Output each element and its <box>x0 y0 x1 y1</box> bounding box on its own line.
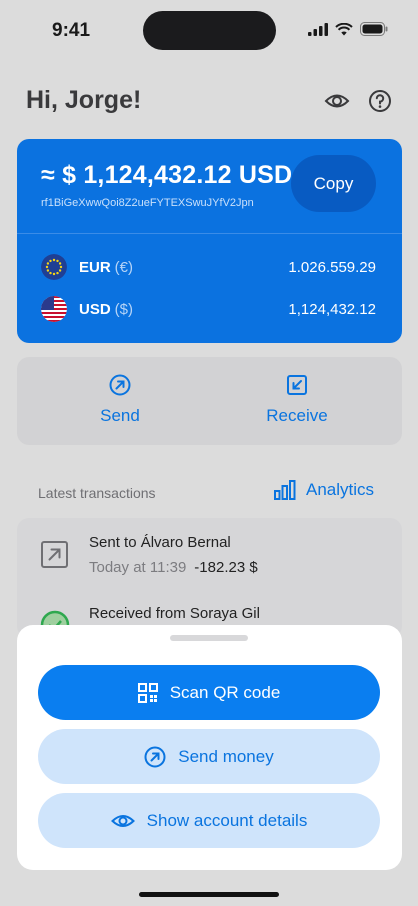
send-label: Send <box>100 406 140 425</box>
transaction-item[interactable]: Sent to Álvaro Bernal Today at 11:39 -18… <box>17 518 402 590</box>
help-icon[interactable] <box>367 88 393 114</box>
home-indicator <box>139 892 279 897</box>
status-time: 9:41 <box>52 20 91 41</box>
receive-button[interactable]: Receive <box>237 374 357 426</box>
action-panel: Send Receive <box>17 357 402 445</box>
scan-qr-button[interactable]: Scan QR code <box>38 665 380 720</box>
sheet-grabber[interactable] <box>170 635 248 641</box>
transaction-date: Today at 11:39 <box>89 559 187 576</box>
show-account-details-label: Show account details <box>146 810 308 830</box>
currency-symbol: ($) <box>114 300 134 318</box>
wifi-icon <box>335 22 353 35</box>
us-flag-icon <box>41 296 67 322</box>
card-divider <box>17 233 402 234</box>
eu-flag-icon <box>41 254 67 280</box>
greeting-title: Hi, Jorge! <box>26 86 142 114</box>
send-money-button[interactable]: Send money <box>38 729 380 784</box>
show-account-details-button[interactable]: Show account details <box>38 793 380 848</box>
transaction-title: Received from Soraya Gil <box>89 605 260 622</box>
send-arrow-icon <box>144 746 166 767</box>
transaction-title: Sent to Álvaro Bernal <box>89 534 231 551</box>
copy-button[interactable]: Copy <box>291 155 376 212</box>
dynamic-island <box>143 11 276 50</box>
transaction-amount: -182.23 $ <box>194 559 258 576</box>
wallet-address: rf1BiGeXwwQoi8Z2ueFYTEXSwuJYfV2Jpn <box>41 197 254 209</box>
currency-row-usd[interactable]: USD ($) 1,124,432.12 <box>41 294 376 324</box>
currency-value: 1,124,432.12 <box>288 300 376 318</box>
sent-arrow-icon <box>41 541 68 568</box>
action-sheet: Scan QR code Send money Show account det… <box>17 625 402 870</box>
bar-chart-icon <box>274 480 296 500</box>
battery-icon <box>360 22 388 36</box>
total-balance: ≈ $ 1,124,432.12 USD <box>41 161 293 189</box>
eye-icon <box>110 814 135 827</box>
send-arrow-icon <box>109 374 131 396</box>
latest-transactions-title: Latest transactions <box>38 485 156 501</box>
send-money-label: Send money <box>178 746 274 766</box>
currency-symbol: (€) <box>114 258 134 276</box>
signal-icon <box>308 22 328 36</box>
balance-card: ≈ $ 1,124,432.12 USD rf1BiGeXwwQoi8Z2ueF… <box>17 139 402 343</box>
analytics-link[interactable]: Analytics <box>274 480 374 500</box>
status-icons <box>308 22 388 36</box>
currency-code: EUR <box>79 258 111 276</box>
send-button[interactable]: Send <box>60 374 180 426</box>
eye-icon[interactable] <box>324 88 350 114</box>
currency-row-eur[interactable]: EUR (€) 1.026.559.29 <box>41 252 376 282</box>
currency-code: USD <box>79 300 111 318</box>
analytics-label: Analytics <box>306 480 375 499</box>
receive-arrow-icon <box>287 375 307 395</box>
receive-label: Receive <box>266 406 328 425</box>
currency-value: 1.026.559.29 <box>288 258 376 276</box>
qr-code-icon <box>137 682 158 703</box>
transactions-list: Sent to Álvaro Bernal Today at 11:39 -18… <box>17 518 402 638</box>
scan-qr-label: Scan QR code <box>169 682 281 702</box>
